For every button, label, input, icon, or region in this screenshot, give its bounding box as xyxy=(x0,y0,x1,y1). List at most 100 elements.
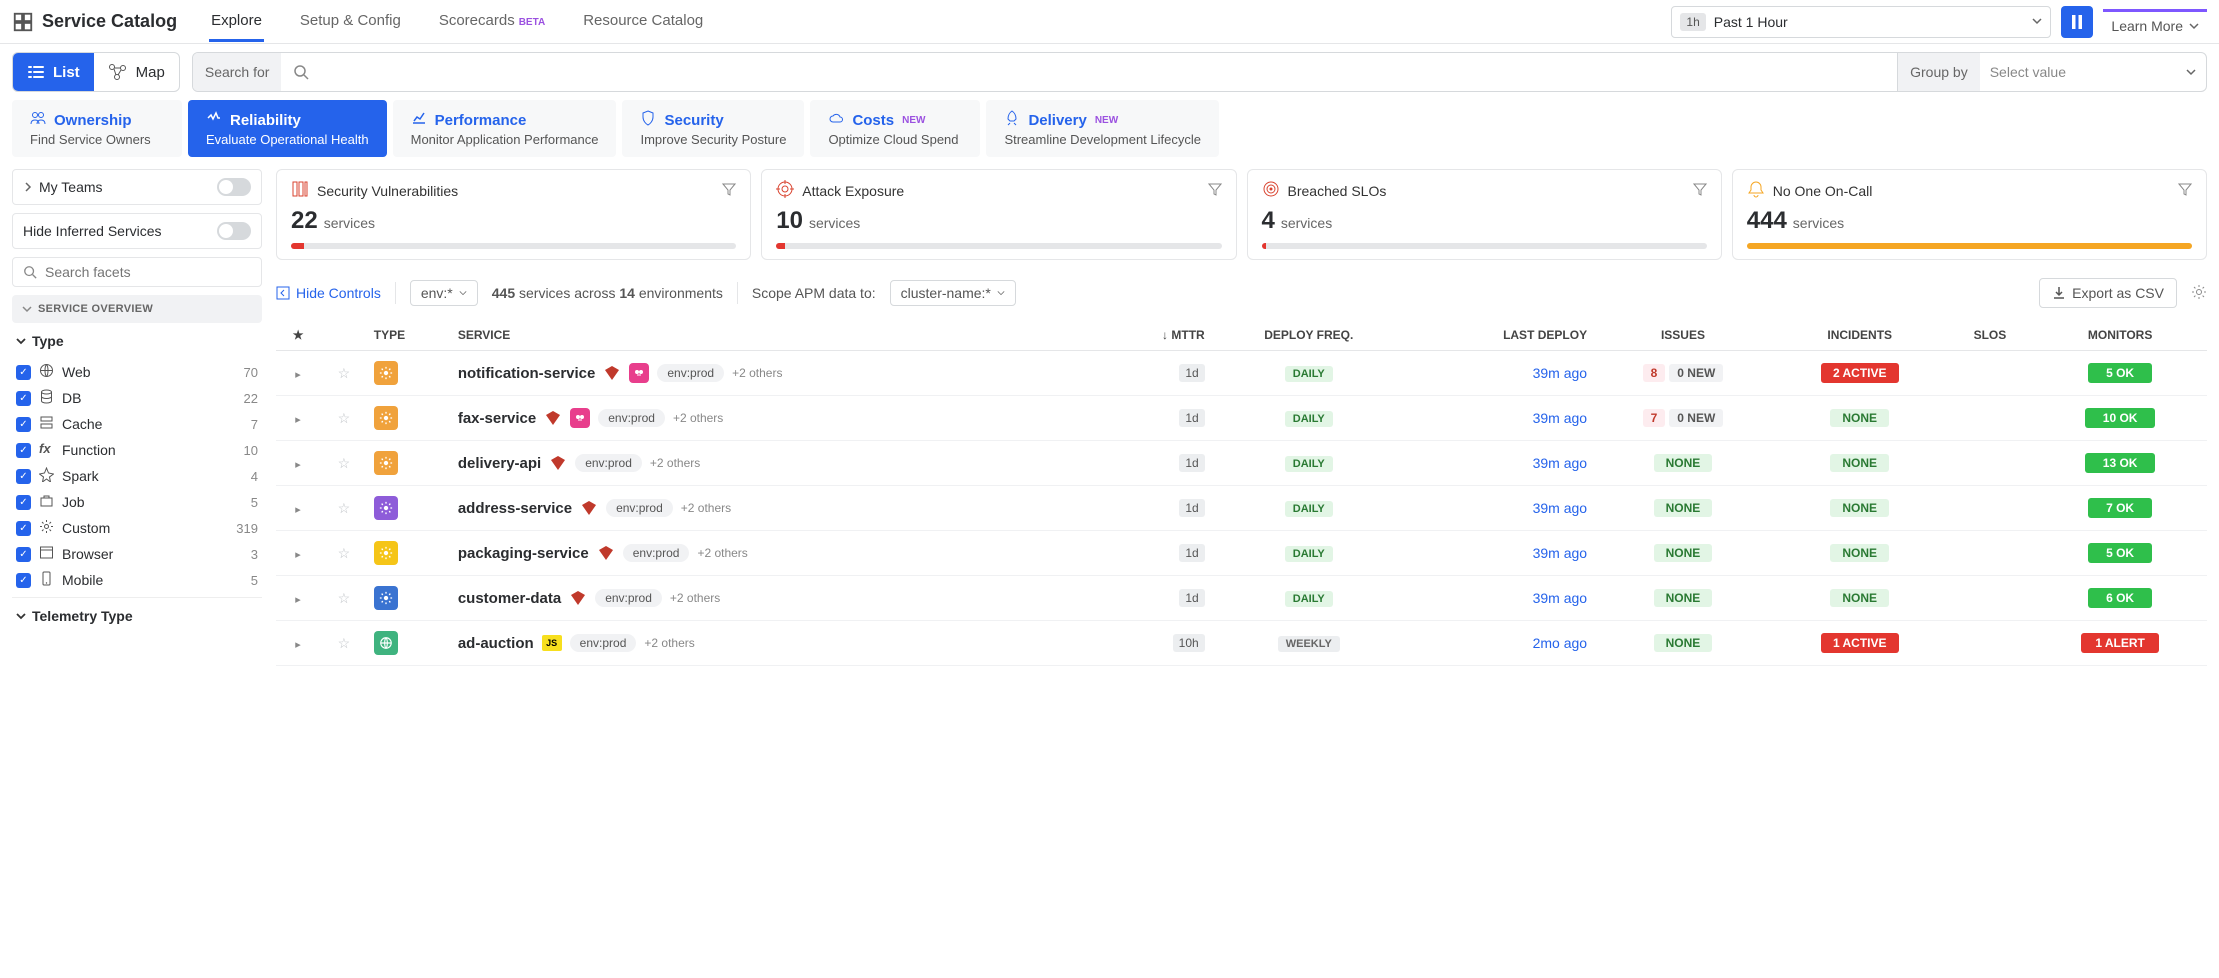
table-row[interactable]: ▸☆ad-auctionJSenv:prod+2 others10hWEEKLY… xyxy=(276,621,2207,666)
star-icon[interactable]: ☆ xyxy=(338,455,351,471)
settings-button[interactable] xyxy=(2191,284,2207,303)
last-deploy[interactable]: 39m ago xyxy=(1533,410,1587,426)
groupby-select[interactable]: Select value xyxy=(1980,64,2206,80)
col-deploy-freq-[interactable]: DEPLOY FREQ. xyxy=(1211,320,1407,351)
col-icon[interactable] xyxy=(320,320,368,351)
service-name[interactable]: delivery-api xyxy=(458,455,541,472)
checkbox-icon[interactable]: ✓ xyxy=(16,521,31,536)
others-link[interactable]: +2 others xyxy=(697,546,747,560)
facet-group-header[interactable]: SERVICE OVERVIEW xyxy=(12,295,262,323)
monitors-badge[interactable]: 7 OK xyxy=(2088,498,2152,518)
col-slos[interactable]: SLOS xyxy=(1947,320,2034,351)
monitors-badge[interactable]: 5 OK xyxy=(2088,363,2152,383)
topnav-item-scorecards[interactable]: ScorecardsBETA xyxy=(437,2,547,42)
others-link[interactable]: +2 others xyxy=(670,591,720,605)
expand-icon[interactable]: ▸ xyxy=(295,594,301,606)
others-link[interactable]: +2 others xyxy=(673,411,723,425)
checkbox-icon[interactable]: ✓ xyxy=(16,365,31,380)
incidents-badge[interactable]: NONE xyxy=(1830,409,1889,427)
facet-type-spark[interactable]: ✓Spark4 xyxy=(12,463,262,489)
col-incidents[interactable]: INCIDENTS xyxy=(1773,320,1947,351)
facet-search-input[interactable] xyxy=(45,264,251,280)
cluster-filter[interactable]: cluster-name:* xyxy=(890,280,1016,306)
checkbox-icon[interactable]: ✓ xyxy=(16,469,31,484)
table-row[interactable]: ▸☆notification-serviceenv:prod+2 others1… xyxy=(276,351,2207,396)
others-link[interactable]: +2 others xyxy=(650,456,700,470)
last-deploy[interactable]: 2mo ago xyxy=(1533,635,1587,651)
lens-performance[interactable]: PerformanceMonitor Application Performan… xyxy=(393,100,617,157)
toggle-icon[interactable] xyxy=(217,178,251,196)
table-row[interactable]: ▸☆fax-serviceenv:prod+2 others1dDAILY39m… xyxy=(276,396,2207,441)
star-icon[interactable]: ☆ xyxy=(338,635,351,651)
facet-type-custom[interactable]: ✓Custom319 xyxy=(12,515,262,541)
timeframe-selector[interactable]: 1h Past 1 Hour xyxy=(1671,6,2051,38)
lens-ownership[interactable]: OwnershipFind Service Owners xyxy=(12,100,182,157)
star-icon[interactable]: ☆ xyxy=(338,545,351,561)
env-tag[interactable]: env:prod xyxy=(657,364,724,382)
facet-type-header[interactable]: Type xyxy=(12,323,262,359)
facet-type-db[interactable]: ✓DB22 xyxy=(12,385,262,411)
facet-telemetry-header[interactable]: Telemetry Type xyxy=(12,597,262,634)
facet-type-web[interactable]: ✓Web70 xyxy=(12,359,262,385)
monitors-badge[interactable]: 5 OK xyxy=(2088,543,2152,563)
checkbox-icon[interactable]: ✓ xyxy=(16,391,31,406)
facet-type-function[interactable]: ✓fxFunction10 xyxy=(12,437,262,463)
table-row[interactable]: ▸☆address-serviceenv:prod+2 others1dDAIL… xyxy=(276,486,2207,531)
checkbox-icon[interactable]: ✓ xyxy=(16,443,31,458)
checkbox-icon[interactable]: ✓ xyxy=(16,495,31,510)
facet-type-mobile[interactable]: ✓Mobile5 xyxy=(12,567,262,593)
service-name[interactable]: customer-data xyxy=(458,590,561,607)
env-tag[interactable]: env:prod xyxy=(570,634,637,652)
others-link[interactable]: +2 others xyxy=(732,366,782,380)
my-teams-toggle[interactable]: My Teams xyxy=(12,169,262,205)
env-tag[interactable]: env:prod xyxy=(575,454,642,472)
facet-type-cache[interactable]: ✓Cache7 xyxy=(12,411,262,437)
env-tag[interactable]: env:prod xyxy=(623,544,690,562)
hide-controls-link[interactable]: Hide Controls xyxy=(276,285,381,301)
last-deploy[interactable]: 39m ago xyxy=(1533,365,1587,381)
topnav-item-resource-catalog[interactable]: Resource Catalog xyxy=(581,2,705,42)
filter-icon[interactable] xyxy=(2178,182,2192,199)
last-deploy[interactable]: 39m ago xyxy=(1533,590,1587,606)
incidents-badge[interactable]: 2 ACTIVE xyxy=(1821,363,1899,383)
table-row[interactable]: ▸☆customer-dataenv:prod+2 others1dDAILY3… xyxy=(276,576,2207,621)
card-breached-slos[interactable]: Breached SLOs4services xyxy=(1247,169,1722,260)
filter-icon[interactable] xyxy=(1693,182,1707,199)
toggle-icon[interactable] xyxy=(217,222,251,240)
filter-icon[interactable] xyxy=(722,182,736,199)
star-icon[interactable]: ☆ xyxy=(338,365,351,381)
checkbox-icon[interactable]: ✓ xyxy=(16,573,31,588)
incidents-badge[interactable]: 1 ACTIVE xyxy=(1821,633,1899,653)
checkbox-icon[interactable]: ✓ xyxy=(16,547,31,562)
service-name[interactable]: address-service xyxy=(458,500,572,517)
last-deploy[interactable]: 39m ago xyxy=(1533,500,1587,516)
expand-icon[interactable]: ▸ xyxy=(295,639,301,651)
col-icon[interactable]: ★ xyxy=(276,320,320,351)
card-no-one-on-call[interactable]: No One On-Call444services xyxy=(1732,169,2207,260)
card-attack-exposure[interactable]: Attack Exposure10services xyxy=(761,169,1236,260)
pause-button[interactable] xyxy=(2061,6,2093,38)
list-view-button[interactable]: List xyxy=(13,53,94,91)
learn-more-link[interactable]: Learn More xyxy=(2103,9,2207,34)
env-tag[interactable]: env:prod xyxy=(606,499,673,517)
last-deploy[interactable]: 39m ago xyxy=(1533,545,1587,561)
monitors-badge[interactable]: 13 OK xyxy=(2085,453,2156,473)
service-name[interactable]: notification-service xyxy=(458,365,596,382)
monitors-badge[interactable]: 10 OK xyxy=(2085,408,2156,428)
facet-type-job[interactable]: ✓Job5 xyxy=(12,489,262,515)
env-tag[interactable]: env:prod xyxy=(595,589,662,607)
expand-icon[interactable]: ▸ xyxy=(295,504,301,516)
monitors-badge[interactable]: 6 OK xyxy=(2088,588,2152,608)
col-monitors[interactable]: MONITORS xyxy=(2033,320,2207,351)
expand-icon[interactable]: ▸ xyxy=(295,549,301,561)
service-name[interactable]: packaging-service xyxy=(458,545,589,562)
filter-icon[interactable] xyxy=(1208,182,1222,199)
search-input[interactable] xyxy=(321,64,1897,80)
checkbox-icon[interactable]: ✓ xyxy=(16,417,31,432)
service-name[interactable]: fax-service xyxy=(458,410,536,427)
expand-icon[interactable]: ▸ xyxy=(295,459,301,471)
topnav-item-explore[interactable]: Explore xyxy=(209,2,264,42)
table-row[interactable]: ▸☆delivery-apienv:prod+2 others1dDAILY39… xyxy=(276,441,2207,486)
lens-security[interactable]: SecurityImprove Security Posture xyxy=(622,100,804,157)
lens-costs[interactable]: CostsNEWOptimize Cloud Spend xyxy=(810,100,980,157)
